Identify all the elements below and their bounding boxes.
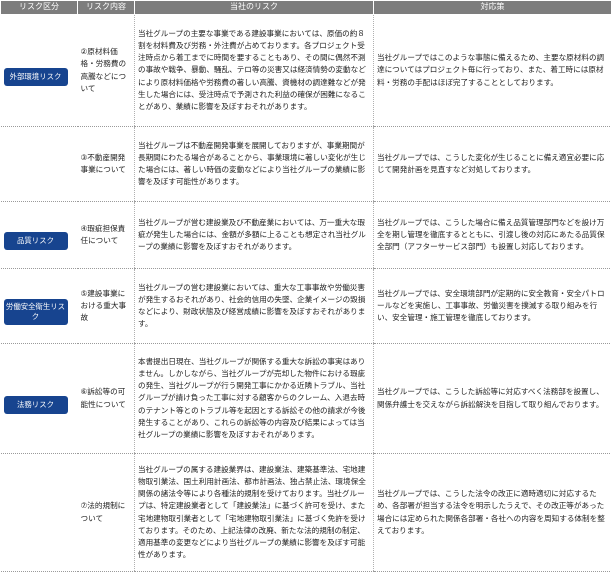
- table-row: 労働安全衛生リスク ⑤建設事業における重大事故 当社グループの営む建設業において…: [0, 268, 611, 344]
- category-cell: [0, 126, 78, 202]
- risk-cell: 当社グループの属する建設業界は、建設業法、建築基準法、宅地建物取引業法、国土利用…: [134, 453, 374, 572]
- content-cell: ⑤建設事業における重大事故: [77, 268, 135, 344]
- header-category: リスク区分: [0, 0, 78, 15]
- category-cell: 外部環境リスク: [0, 14, 78, 127]
- risk-cell: 当社グループの主要な事業である建設事業においては、原価の約８割を材料費及び労務・…: [134, 14, 374, 127]
- content-cell: ⑥訴訟等の可能性について: [77, 343, 135, 454]
- table-row: ⑦法的規制について 当社グループの属する建設業界は、建設業法、建築基準法、宅地建…: [0, 453, 611, 572]
- category-badge-safety: 労働安全衛生リスク: [3, 299, 68, 325]
- table-row: 法務リスク ⑥訴訟等の可能性について 本書提出日現在、当社グループが関係する重大…: [0, 343, 611, 454]
- content-cell: ⑦法的規制について: [77, 453, 135, 572]
- risk-cell: 当社グループは不動産開発事業を展開しておりますが、事業期間が長期間にわたる場合が…: [134, 126, 374, 202]
- header-content: リスク内容: [77, 0, 135, 15]
- header-measure: 対応策: [373, 0, 611, 15]
- category-badge-legal: 法務リスク: [3, 395, 68, 414]
- measure-cell: 当社グループでは、こうした変化が生じることに備え適宜必要に応じて開発計画を見直す…: [373, 126, 611, 202]
- measure-cell: 当社グループでは、安全環境部門が定期的に安全教育・安全パトロールなどを実施し、工…: [373, 268, 611, 344]
- category-cell: 法務リスク: [0, 343, 78, 454]
- header-risk: 当社のリスク: [134, 0, 374, 15]
- risk-cell: 当社グループが営む建設業及び不動産業においては、万一重大な瑕疵が発生した場合には…: [134, 201, 374, 269]
- content-cell: ②原材料価格・労務費の高騰などについて: [77, 14, 135, 127]
- risk-table: リスク区分 リスク内容 当社のリスク 対応策 外部環境リスク ②原材料価格・労務…: [0, 0, 611, 572]
- measure-cell: 当社グループでは、こうした場合に備え品質管理部門などを設け万全を期し管理を徹底す…: [373, 201, 611, 269]
- content-cell: ④瑕疵担保責任について: [77, 201, 135, 269]
- measure-cell: 当社グループでは、こうした法令の改正に適時適切に対応するため、各部署が担当する法…: [373, 453, 611, 572]
- table-row: 外部環境リスク ②原材料価格・労務費の高騰などについて 当社グループの主要な事業…: [0, 14, 611, 127]
- risk-cell: 当社グループの営む建設業においては、重大な工事事故や労働災害が発生するおそれがあ…: [134, 268, 374, 344]
- category-cell: 品質リスク: [0, 201, 78, 269]
- category-badge-quality: 品質リスク: [3, 232, 68, 250]
- table-row: 品質リスク ④瑕疵担保責任について 当社グループが営む建設業及び不動産業において…: [0, 201, 611, 269]
- measure-cell: 当社グループでは、こうした訴訟等に対応すべく法務部を設置し、関係弁護士を交えなが…: [373, 343, 611, 454]
- table-row: ③不動産開発事業について 当社グループは不動産開発事業を展開しておりますが、事業…: [0, 126, 611, 202]
- table-header-row: リスク区分 リスク内容 当社のリスク 対応策: [0, 0, 611, 15]
- content-cell: ③不動産開発事業について: [77, 126, 135, 202]
- category-badge-external: 外部環境リスク: [3, 67, 68, 86]
- measure-cell: 当社グループではこのような事態に備えるため、主要な原材料の調達についてはプロジェ…: [373, 14, 611, 127]
- category-cell: 労働安全衛生リスク: [0, 268, 78, 344]
- category-cell: [0, 453, 78, 572]
- risk-cell: 本書提出日現在、当社グループが関係する重大な訴訟の事実はありません。しかしながら…: [134, 343, 374, 454]
